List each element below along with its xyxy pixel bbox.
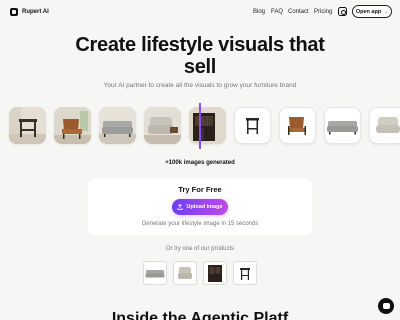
try-for-free-card: Try For Free Upload image Generate your … bbox=[88, 179, 312, 235]
images-generated-stat: +100k images generated bbox=[165, 160, 235, 166]
try-card-title: Try For Free bbox=[178, 185, 222, 194]
upload-image-button[interactable]: Upload image bbox=[172, 199, 228, 215]
lifestyle-image-armchair bbox=[54, 107, 91, 144]
open-app-button[interactable]: Open app → bbox=[352, 5, 392, 18]
brand-name: Rupert AI bbox=[22, 9, 49, 15]
top-nav: Rupert AI Blog FAQ Contact Pricing Open … bbox=[0, 0, 400, 24]
hero-subtitle: Your AI partner to create all the visual… bbox=[103, 82, 297, 89]
nav-link-contact[interactable]: Contact bbox=[288, 9, 309, 15]
brand-logo[interactable]: Rupert AI bbox=[10, 8, 49, 16]
hero-title-line1: Create lifestyle visuals that bbox=[75, 34, 325, 56]
product-image-chair bbox=[369, 107, 400, 144]
hero-title: Create lifestyle visuals that sell bbox=[0, 34, 400, 78]
generation-note: Generate your lifestyle image in 15 seco… bbox=[141, 221, 259, 227]
chat-icon[interactable] bbox=[378, 298, 394, 314]
instagram-icon[interactable] bbox=[338, 7, 347, 16]
lifestyle-image-armchair-2 bbox=[144, 107, 181, 144]
sample-products-label: Or try one of our products bbox=[165, 246, 235, 252]
nav-link-pricing[interactable]: Pricing bbox=[314, 9, 332, 15]
lifestyle-image-cabinet bbox=[189, 107, 226, 144]
upload-image-label: Upload image bbox=[186, 204, 223, 210]
logo-icon bbox=[10, 8, 18, 16]
upload-icon bbox=[177, 204, 184, 210]
product-image-sofa bbox=[324, 107, 361, 144]
product-image-armchair bbox=[279, 107, 316, 144]
open-app-label: Open app bbox=[355, 8, 382, 15]
lifestyle-image-sofa bbox=[99, 107, 136, 144]
before-after-divider[interactable] bbox=[199, 103, 201, 149]
nav-link-blog[interactable]: Blog bbox=[253, 9, 265, 15]
sample-product-armchair[interactable] bbox=[173, 261, 197, 285]
sample-product-sofa[interactable] bbox=[143, 261, 167, 285]
hero-title-line2: sell bbox=[183, 56, 217, 78]
sample-product-side-table[interactable] bbox=[233, 261, 257, 285]
nav-link-faq[interactable]: FAQ bbox=[271, 9, 283, 15]
product-image-side-table bbox=[234, 107, 271, 144]
arrow-right-icon: → bbox=[383, 8, 389, 15]
platform-section-title: Inside the Agentic Platf bbox=[111, 310, 289, 320]
lifestyle-image-side-table bbox=[9, 107, 46, 144]
sample-product-cabinet[interactable] bbox=[203, 261, 227, 285]
